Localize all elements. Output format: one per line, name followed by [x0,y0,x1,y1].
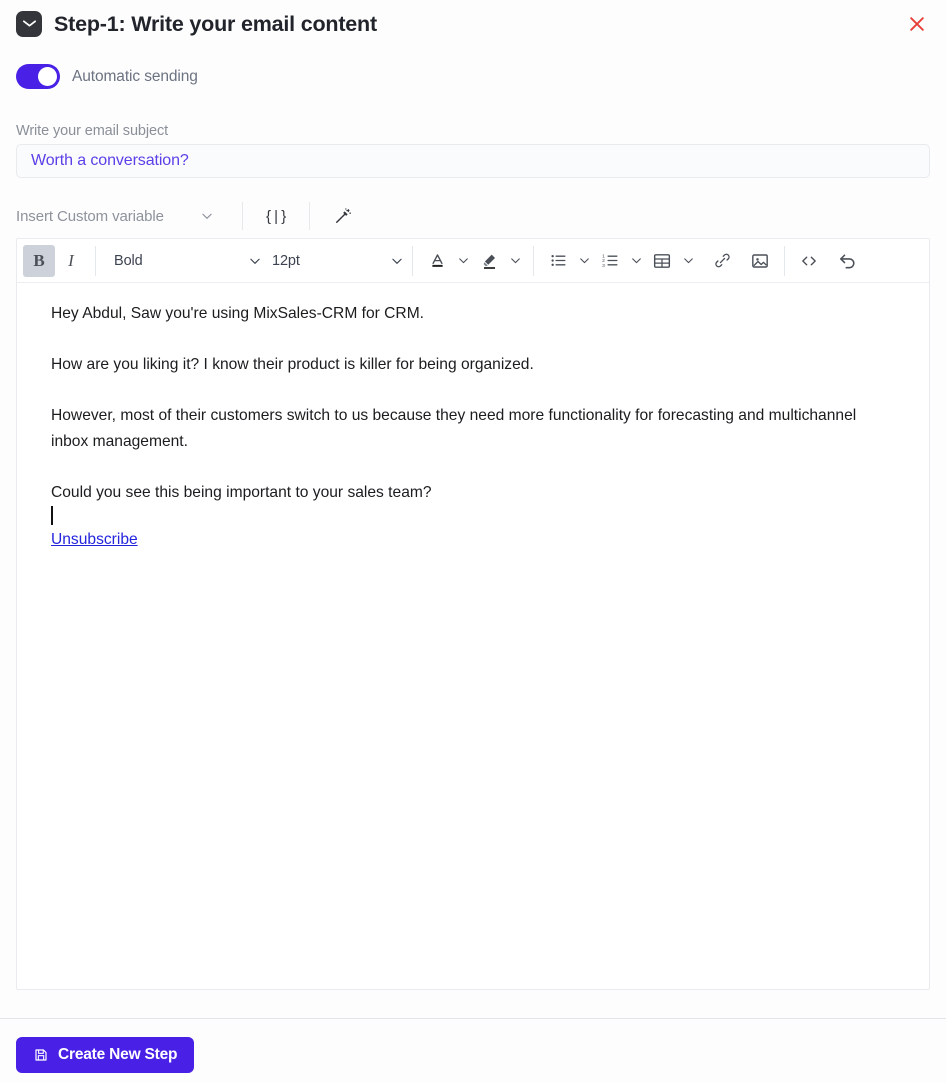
code-button[interactable] [793,245,825,277]
envelope-icon [16,11,42,37]
undo-button[interactable] [831,245,863,277]
divider [533,245,534,276]
footer-divider [0,1018,946,1019]
save-icon [33,1047,49,1063]
email-editor: B I Bold 12pt 1 2 3 Hey Abdul, Saw you'r… [16,238,930,990]
email-paragraph: How are you liking it? I know their prod… [51,355,534,373]
text-color-button[interactable] [421,245,453,277]
automatic-sending-label: Automatic sending [72,67,198,85]
divider [308,202,310,230]
svg-text:3: 3 [602,263,605,269]
font-family-select[interactable]: Bold [104,245,262,277]
table-button[interactable] [646,245,678,277]
unsubscribe-line: Unsubscribe [51,527,895,553]
variable-toolbar: Insert Custom variable { | } [16,196,930,236]
subject-label: Write your email subject [16,123,169,139]
bullet-list-control [542,245,594,277]
font-family-value: Bold [114,252,143,269]
font-size-select[interactable]: 12pt [262,245,404,277]
divider [412,245,413,276]
automatic-sending-row: Automatic sending [16,64,198,89]
numbered-list-button[interactable]: 1 2 3 [594,245,626,277]
numbered-list-chevron-down-icon[interactable] [626,246,646,276]
brace-icon: { | } [265,207,286,225]
divider [95,245,96,276]
bullet-list-button[interactable] [542,245,574,277]
email-paragraph: Hey Abdul, Saw you're using MixSales-CRM… [51,305,425,322]
font-size-value: 12pt [272,252,300,269]
image-button[interactable] [744,245,776,277]
email-paragraph: Could you see this being important to yo… [51,483,432,501]
toggle-knob [38,67,57,86]
magic-wand-icon[interactable] [328,202,358,230]
chevron-down-icon [238,254,262,268]
table-control [646,245,698,277]
email-paragraph: However, most of their customers switch … [51,406,857,450]
format-toolbar: B I Bold 12pt 1 2 3 [17,239,929,283]
divider [784,245,785,276]
table-chevron-down-icon[interactable] [678,246,698,276]
text-color-chevron-down-icon[interactable] [453,246,473,276]
insert-variable-brace-button[interactable]: { | } [261,202,291,230]
chevron-down-icon [380,254,404,268]
insert-custom-variable-label: Insert Custom variable [16,207,164,225]
create-new-step-button[interactable]: Create New Step [16,1037,195,1073]
insert-custom-variable-select[interactable]: Insert Custom variable [16,208,224,225]
bullet-list-chevron-down-icon[interactable] [574,246,594,276]
dialog-header: Step-1: Write your email content [0,0,946,48]
unsubscribe-link[interactable]: Unsubscribe [51,531,138,548]
highlight-color-button[interactable] [473,245,505,277]
italic-label: I [68,250,74,270]
email-body-editable[interactable]: Hey Abdul, Saw you're using MixSales-CRM… [17,283,929,571]
divider [241,202,243,230]
link-button[interactable] [706,245,738,277]
numbered-list-control: 1 2 3 [594,245,646,277]
text-color-control [421,245,473,277]
italic-button[interactable]: I [55,245,87,277]
highlight-color-control [473,245,525,277]
chevron-down-icon [200,209,214,223]
close-icon[interactable] [902,9,932,39]
automatic-sending-toggle[interactable] [16,64,60,89]
bold-label: B [33,250,45,270]
create-new-step-label: Create New Step [58,1046,178,1063]
bold-button[interactable]: B [23,244,55,277]
page-title: Step-1: Write your email content [54,11,377,36]
text-caret [51,505,895,527]
highlight-color-chevron-down-icon[interactable] [505,246,525,276]
subject-input[interactable]: Worth a conversation? [16,144,930,178]
